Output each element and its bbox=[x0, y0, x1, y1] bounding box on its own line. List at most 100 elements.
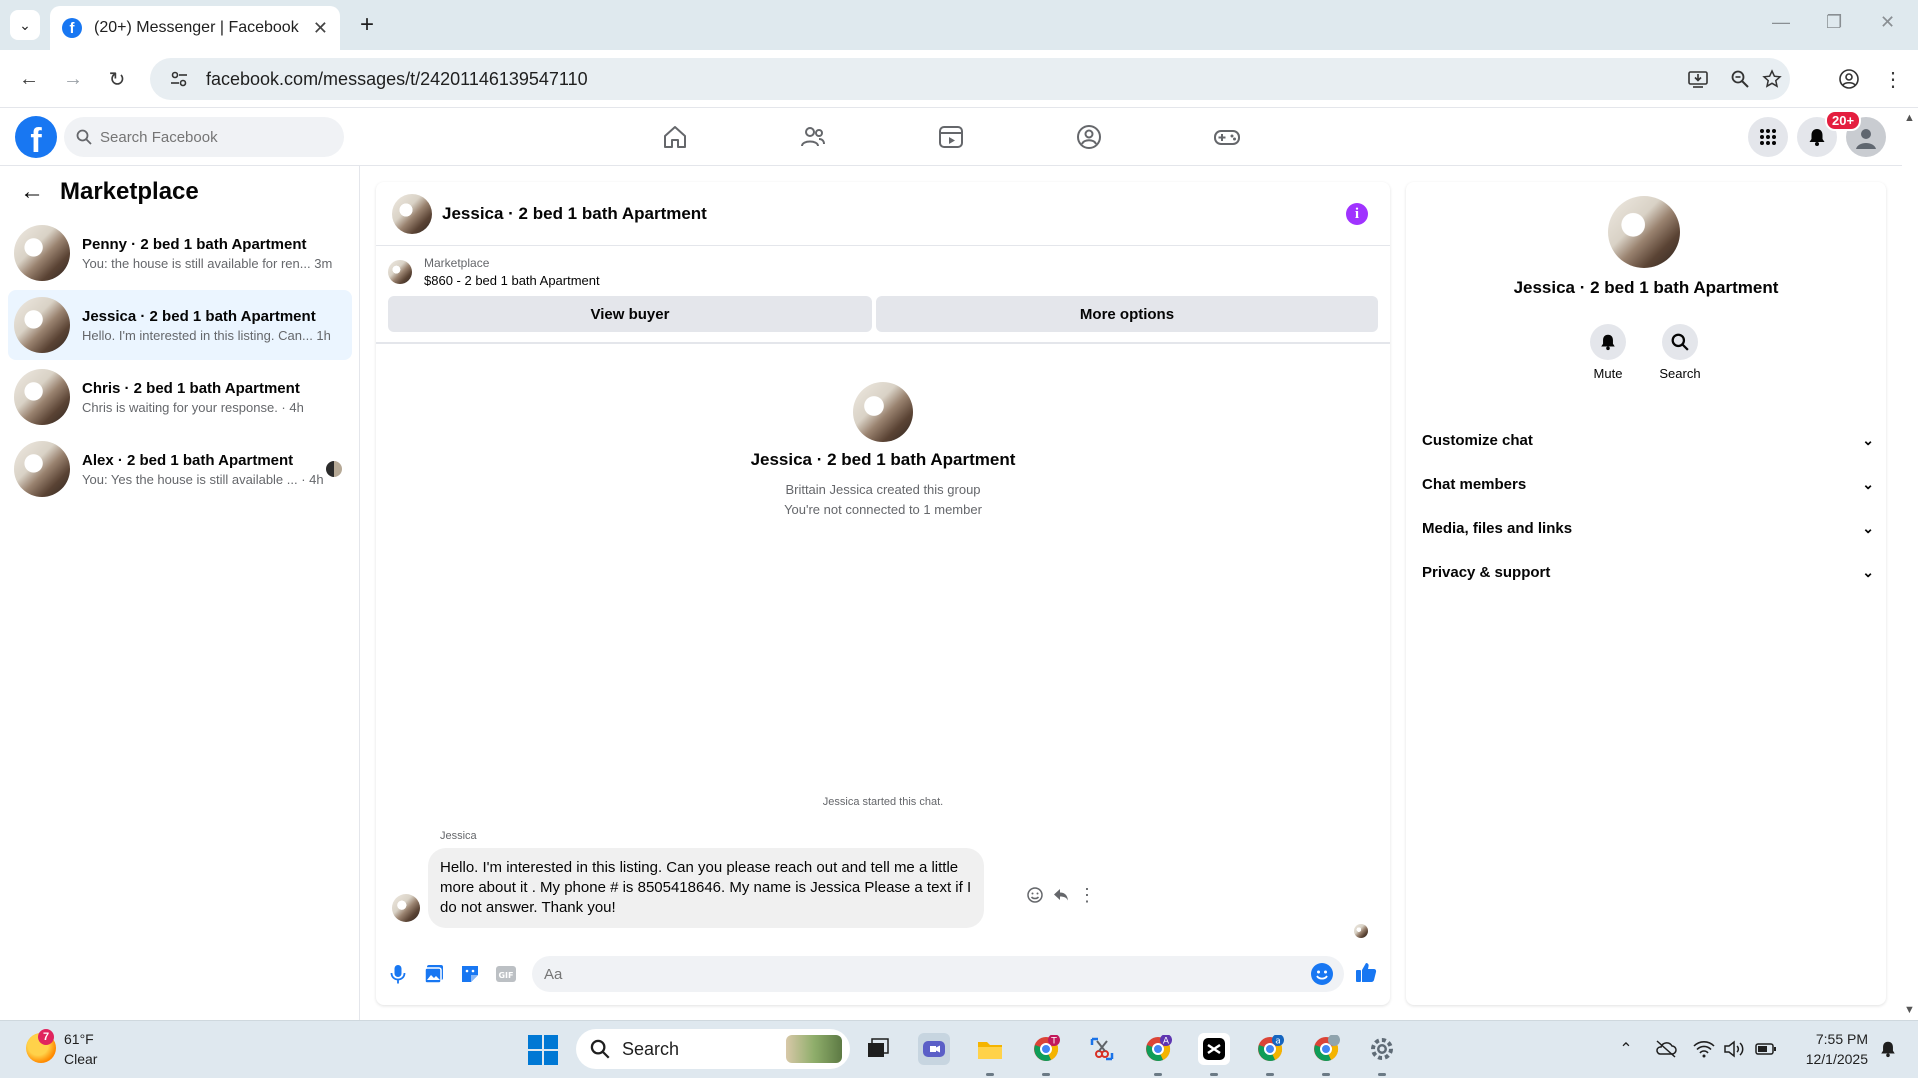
media-files-links-section[interactable]: Media, files and links ⌄ bbox=[1422, 510, 1874, 546]
capcut-icon[interactable] bbox=[1198, 1033, 1230, 1065]
chat-header-avatar[interactable] bbox=[392, 193, 432, 234]
chrome-profile-a2-icon[interactable]: a bbox=[1254, 1033, 1286, 1065]
conversation-avatar bbox=[14, 297, 70, 353]
svg-text:GIF: GIF bbox=[498, 971, 513, 980]
friends-icon[interactable] bbox=[796, 120, 830, 154]
chat-title[interactable]: Jessica · 2 bed 1 bath Apartment bbox=[442, 204, 707, 224]
message-avatar[interactable] bbox=[392, 894, 420, 922]
snipping-tool-icon[interactable] bbox=[1086, 1033, 1118, 1065]
weather-temperature[interactable]: 61°F bbox=[64, 1031, 94, 1047]
customize-chat-section[interactable]: Customize chat ⌄ bbox=[1422, 422, 1874, 458]
reload-icon[interactable]: ↻ bbox=[102, 64, 132, 94]
microphone-icon[interactable] bbox=[386, 962, 410, 986]
clock-time: 7:55 PM bbox=[1815, 1031, 1868, 1047]
facebook-search[interactable] bbox=[64, 117, 344, 157]
restore-icon[interactable]: ❐ bbox=[1826, 12, 1842, 33]
onedrive-off-icon[interactable] bbox=[1654, 1037, 1678, 1061]
minimize-icon[interactable]: — bbox=[1772, 12, 1790, 33]
url-text: facebook.com/messages/t/2420114613954711… bbox=[206, 68, 588, 89]
file-explorer-icon[interactable] bbox=[974, 1033, 1006, 1065]
window-close-icon[interactable]: ✕ bbox=[1880, 12, 1895, 33]
address-bar[interactable]: facebook.com/messages/t/2420114613954711… bbox=[150, 58, 1790, 100]
taskbar-search[interactable]: Search bbox=[576, 1029, 850, 1069]
read-receipt-avatar-icon bbox=[326, 461, 342, 477]
tray-overflow-chevron-icon[interactable]: ⌃ bbox=[1614, 1037, 1638, 1061]
meet-app-icon[interactable] bbox=[918, 1033, 950, 1065]
profile-icon[interactable] bbox=[1834, 64, 1864, 94]
more-options-button[interactable]: More options bbox=[876, 296, 1378, 332]
chat-header: Jessica · 2 bed 1 bath Apartment i bbox=[376, 182, 1390, 246]
group-created-text: Brittain Jessica created this group bbox=[785, 482, 981, 497]
conversation-name: Penny · 2 bed 1 bath Apartment bbox=[82, 235, 307, 253]
volume-icon[interactable] bbox=[1722, 1037, 1746, 1061]
browser-menu-icon[interactable]: ⋮ bbox=[1878, 64, 1908, 94]
scroll-down-icon[interactable]: ▼ bbox=[1904, 1004, 1915, 1016]
chrome-profile-photo-icon[interactable] bbox=[1310, 1033, 1342, 1065]
view-buyer-button[interactable]: View buyer bbox=[388, 296, 872, 332]
search-icon bbox=[590, 1039, 610, 1059]
app-running-indicator bbox=[1154, 1073, 1162, 1076]
conversation-jessica[interactable]: Jessica · 2 bed 1 bath Apartment Hello. … bbox=[8, 290, 352, 360]
chat-members-section[interactable]: Chat members ⌄ bbox=[1422, 466, 1874, 502]
forward-icon[interactable]: → bbox=[58, 64, 88, 94]
system-clock[interactable]: 7:55 PM 12/1/2025 bbox=[1796, 1031, 1868, 1067]
back-arrow-icon[interactable]: ← bbox=[20, 178, 44, 206]
home-icon[interactable] bbox=[658, 120, 692, 154]
search-in-chat-icon[interactable] bbox=[1662, 324, 1698, 360]
chrome-profile-t-icon[interactable]: T bbox=[1030, 1033, 1062, 1065]
windows-start-icon[interactable] bbox=[528, 1035, 558, 1065]
gif-icon[interactable]: GIF bbox=[494, 962, 518, 986]
tab-search-chevron-icon[interactable]: ⌄ bbox=[10, 10, 40, 40]
install-app-icon[interactable] bbox=[1686, 67, 1710, 91]
tab-close-icon[interactable]: ✕ bbox=[313, 18, 328, 39]
more-actions-icon[interactable]: ⋮ bbox=[1076, 884, 1098, 906]
emoji-icon[interactable] bbox=[1310, 962, 1334, 986]
settings-gear-icon[interactable] bbox=[1366, 1033, 1398, 1065]
new-tab-plus-icon[interactable]: + bbox=[352, 10, 382, 40]
video-icon[interactable] bbox=[934, 120, 968, 154]
battery-icon[interactable] bbox=[1754, 1037, 1778, 1061]
sidebar-title: Marketplace bbox=[60, 178, 199, 205]
thumbs-up-icon[interactable] bbox=[1354, 960, 1378, 984]
conversation-penny[interactable]: Penny · 2 bed 1 bath Apartment You: the … bbox=[8, 218, 352, 288]
page-scrollbar[interactable]: ▲ ▼ bbox=[1902, 110, 1918, 1020]
site-settings-icon[interactable] bbox=[168, 68, 190, 90]
listing-thumbnail bbox=[388, 260, 412, 284]
reply-icon[interactable] bbox=[1050, 884, 1072, 906]
group-name: Jessica · 2 bed 1 bath Apartment bbox=[750, 450, 1016, 469]
facebook-search-input[interactable] bbox=[100, 128, 320, 146]
groups-icon[interactable] bbox=[1072, 120, 1106, 154]
notification-center-bell-icon[interactable] bbox=[1876, 1037, 1900, 1061]
marketplace-conversations-sidebar: ← Marketplace Penny · 2 bed 1 bath Apart… bbox=[0, 166, 360, 1020]
react-emoji-icon[interactable] bbox=[1024, 884, 1046, 906]
message-composer[interactable] bbox=[532, 956, 1344, 992]
message-input[interactable] bbox=[544, 965, 1284, 983]
app-running-indicator bbox=[1266, 1073, 1274, 1076]
browser-tab[interactable]: f (20+) Messenger | Facebook ✕ bbox=[50, 6, 340, 50]
bookmark-star-icon[interactable] bbox=[1760, 67, 1784, 91]
info-icon[interactable]: i bbox=[1346, 203, 1368, 225]
zoom-icon[interactable] bbox=[1728, 67, 1752, 91]
privacy-support-section[interactable]: Privacy & support ⌄ bbox=[1422, 554, 1874, 590]
facebook-logo-icon[interactable]: f bbox=[15, 116, 57, 158]
conversation-alex[interactable]: Alex · 2 bed 1 bath Apartment You: Yes t… bbox=[8, 434, 352, 504]
task-view-icon[interactable] bbox=[862, 1033, 894, 1065]
wifi-icon[interactable] bbox=[1692, 1037, 1716, 1061]
listing-title[interactable]: $860 - 2 bed 1 bath Apartment bbox=[424, 273, 600, 288]
conversation-chris[interactable]: Chris · 2 bed 1 bath Apartment Chris is … bbox=[8, 362, 352, 432]
menu-grid-icon[interactable] bbox=[1748, 117, 1788, 157]
divider bbox=[376, 342, 1390, 344]
scroll-up-icon[interactable]: ▲ bbox=[1904, 112, 1915, 124]
marketplace-label: Marketplace bbox=[424, 256, 490, 270]
weather-condition[interactable]: Clear bbox=[64, 1051, 97, 1067]
chrome-profile-a-icon[interactable]: A bbox=[1142, 1033, 1174, 1065]
conversation-name: Chris · 2 bed 1 bath Apartment bbox=[82, 379, 300, 397]
mute-bell-icon[interactable] bbox=[1590, 324, 1626, 360]
back-icon[interactable]: ← bbox=[14, 64, 44, 94]
gaming-icon[interactable] bbox=[1210, 120, 1244, 154]
svg-text:a: a bbox=[1275, 1037, 1281, 1047]
photo-icon[interactable] bbox=[422, 962, 446, 986]
sticker-icon[interactable] bbox=[458, 962, 482, 986]
message-bubble[interactable]: Hello. I'm interested in this listing. C… bbox=[428, 848, 984, 928]
marketplace-listing-bar: Marketplace $860 - 2 bed 1 bath Apartmen… bbox=[388, 256, 600, 288]
